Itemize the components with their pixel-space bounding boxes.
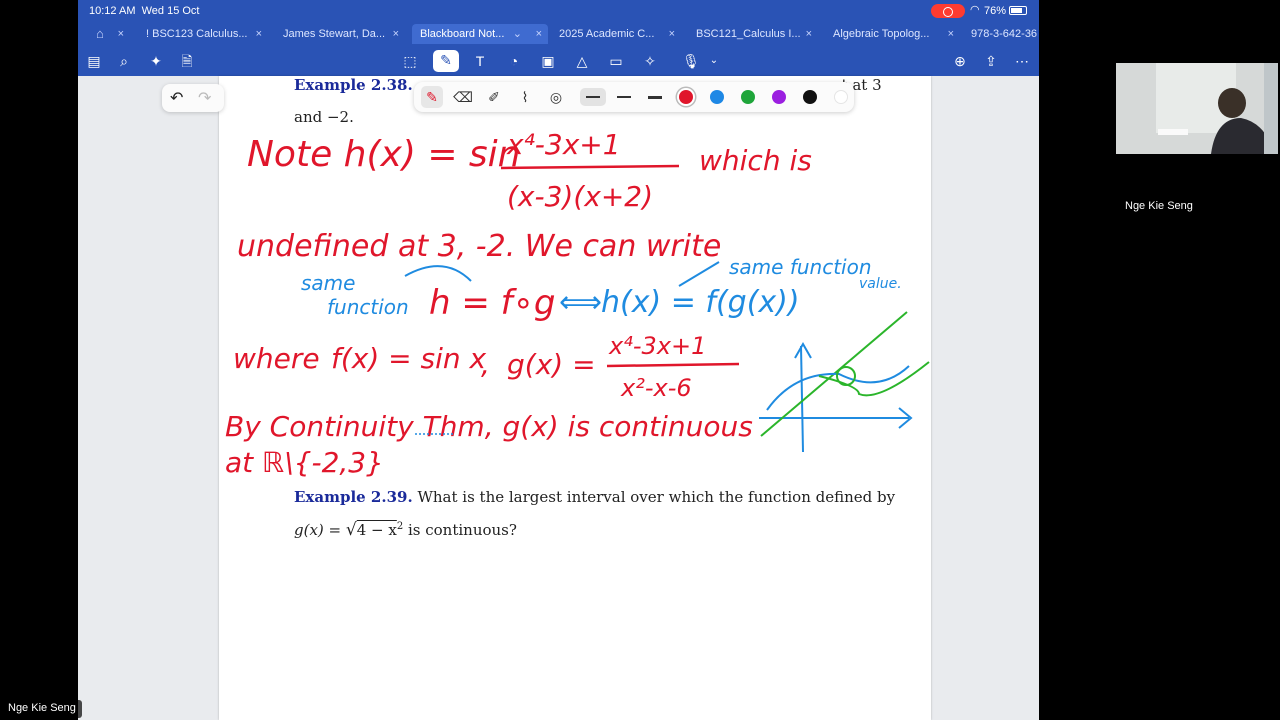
microphone-icon[interactable]: 🎙 [680,51,702,71]
ink-arrow-same [404,265,472,282]
laser-icon[interactable]: ✧ [639,51,661,71]
ink-function-label: function [327,295,409,319]
ink-denominator: (x-3)(x+2) [507,180,653,213]
export-icon[interactable]: ⇪ [980,51,1002,71]
ink-which-is: which is [699,144,812,177]
more-icon[interactable]: ⋯ [1011,51,1033,71]
ink-comma: , [481,348,490,381]
notes-toolbar: ▤ ⌕ ✦ 🗎 ⬚ ✎ T ◔ ▣ △ ▭ ✧ 🎙 ⌄ ⊕ ⇪ ⋯ [78,46,1039,76]
add-page-icon[interactable]: ⊕ [949,51,971,71]
pen-tool-icon[interactable]: ✎ [433,50,459,72]
line-medium-swatch[interactable] [611,88,637,106]
sidebar-icon[interactable]: ▤ [83,51,105,71]
note-icon[interactable]: ▭ [605,51,627,71]
handwriting-layer: Note h(x) = sin x⁴-3x+1 (x-3)(x+2) which… [225,128,930,479]
self-name-label: Nge Kie Seng [2,700,82,718]
battery-percent: 76% [984,5,1007,17]
color-black-swatch[interactable] [803,90,817,104]
line-thin-swatch[interactable] [580,88,606,106]
ios-status-bar: 10:12 AM Wed 15 Oct ◠ 76% [78,0,1039,22]
ink-sketch-graph [759,311,930,453]
ink-sketch-y-axis [800,345,804,453]
battery-icon [1009,6,1027,15]
share-note-icon[interactable]: 🗎 [176,51,198,71]
tab-algebraic-topology[interactable]: Algebraic Topolog... × [825,24,960,44]
ink-same-function: same function [729,255,872,279]
tab-stewart[interactable]: James Stewart, Da... × [275,24,405,44]
ink-sketch-curve-green [818,361,930,397]
line-thick-swatch[interactable] [642,88,668,106]
redo-icon[interactable]: ↷ [198,88,211,108]
ink-h-equals-fog: h = f∘g [429,283,556,323]
screen-record-icon [931,4,965,18]
participant-name-label: Nge Kie Seng [1125,200,1193,212]
participant-video[interactable] [1116,63,1278,154]
status-time: 10:12 AM Wed 15 Oct [89,5,200,17]
ink-undefined-line: undefined at 3, -2. We can write [237,229,721,264]
ink-fraction-bar [500,164,680,170]
tab-978[interactable]: 978-3-642-36 [963,24,1039,44]
ink-at-set: at ℝ\{-2,3} [225,446,384,479]
undo-redo-control: ↶ ↷ [162,84,224,112]
ink-g-numerator: x⁴-3x+1 [608,332,706,360]
ink-value: value. [859,276,902,292]
search-icon[interactable]: ⌕ [113,51,135,71]
color-blue-swatch[interactable] [710,90,724,104]
image-icon[interactable]: ▣ [537,51,559,71]
ink-h-of-x: h(x) = f(g(x)) [601,285,800,320]
text-tool-icon[interactable]: T [469,51,491,71]
sticker-icon[interactable]: ◔ [503,51,525,71]
ink-iff: ⟺ [559,285,602,320]
lasso-icon[interactable]: ⌇ [514,86,536,108]
tab-bar: ⌂ × ! BSC123 Calculus... × James Stewart,… [78,22,1039,46]
color-green-swatch[interactable] [741,90,755,104]
pen-palette: ✎ ⌫ ✐ ⌇ ◎ [414,82,854,112]
ink-arrow-value [678,261,720,287]
tab-blackboard-notes[interactable]: Blackboard Not... ⌄ × [412,24,548,44]
ink-sketch-intersection [836,366,856,386]
wifi-icon: ◠ [970,4,980,16]
bookmark-star-icon[interactable]: ✦ [145,51,167,71]
color-purple-swatch[interactable] [772,90,786,104]
shared-ipad-screen: 10:12 AM Wed 15 Oct ◠ 76% ⌂ × ! BSC123 C… [78,0,1039,720]
ink-note-line: Note h(x) = sin [247,134,521,175]
pen-icon[interactable]: ✎ [421,86,443,108]
ink-g-denominator: x²-x-6 [620,374,692,402]
ink-sketch-y-arrow [794,341,812,359]
ink-numerator: x⁴-3x+1 [506,128,621,161]
tab-bsc123[interactable]: ! BSC123 Calculus... × [138,24,268,44]
ink-f-def: f(x) = sin x [331,342,487,375]
color-red-swatch[interactable] [679,90,693,104]
ink-g-def: g(x) = [507,348,596,381]
ink-where: where [233,342,320,375]
shapes-icon[interactable]: △ [571,51,593,71]
color-white-swatch[interactable] [834,90,848,104]
ink-same-label: same [301,271,355,295]
shape-icon[interactable]: ◎ [545,86,567,108]
note-page[interactable]: Example 2.38. es except at 3 and −2. Exa… [219,76,931,720]
ink-by-continuity: By Continuity Thm, g(x) is continuous [225,410,753,443]
camera-feed [1116,63,1278,154]
select-icon[interactable]: ⬚ [399,51,421,71]
undo-icon[interactable]: ↶ [170,88,183,108]
ink-g-fraction-bar [606,362,740,368]
zoom-window: 10:12 AM Wed 15 Oct ◠ 76% ⌂ × ! BSC123 C… [0,0,1280,720]
tab-academic[interactable]: 2025 Academic C... × [551,24,681,44]
mic-menu-chevron-icon[interactable]: ⌄ [703,51,725,71]
tab-close-x[interactable]: × [112,24,130,44]
tab-bsc121[interactable]: BSC121_Calculus I... × [688,24,818,44]
home-icon[interactable]: ⌂ [96,26,104,41]
eraser-icon[interactable]: ⌫ [452,86,474,108]
highlighter-icon[interactable]: ✐ [483,86,505,108]
